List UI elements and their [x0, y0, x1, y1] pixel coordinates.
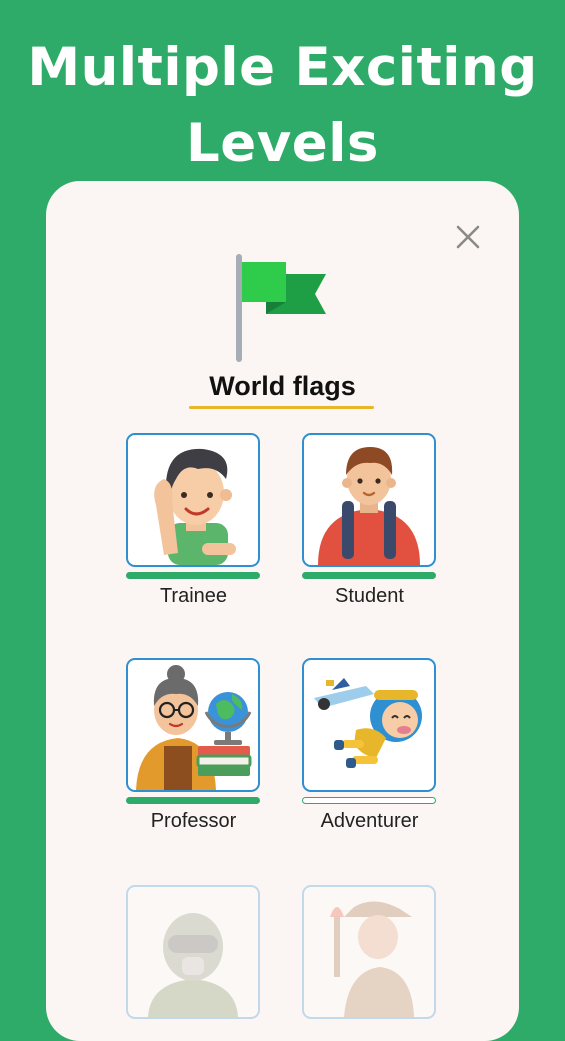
level-card-locked-2[interactable]	[302, 885, 437, 1023]
level-card-trainee[interactable]: Trainee	[126, 433, 261, 609]
level-card-student[interactable]: Student	[302, 433, 437, 609]
level-label: Professor	[150, 810, 237, 832]
level-image-frame	[302, 433, 436, 567]
green-flag-icon	[236, 254, 326, 362]
level-progress-bar	[126, 572, 260, 579]
student-avatar-icon	[318, 447, 420, 565]
hero-title: Multiple Exciting Levels	[0, 30, 565, 182]
level-image-frame	[126, 885, 260, 1019]
level-image-frame	[126, 433, 260, 567]
hero-title-line1: Multiple Exciting	[27, 37, 538, 98]
close-button[interactable]	[450, 219, 486, 255]
pilot-avatar-icon	[148, 913, 238, 1017]
level-progress-bar	[126, 797, 260, 804]
dialog-title: World flags	[209, 371, 356, 401]
level-label: Student	[335, 585, 404, 607]
level-card-adventurer[interactable]: Adventurer	[302, 658, 437, 834]
level-image-frame	[126, 658, 260, 792]
professor-avatar-icon	[136, 665, 252, 790]
explorer-avatar-icon	[330, 901, 414, 1017]
level-image-frame	[302, 658, 436, 792]
level-label: Trainee	[159, 585, 228, 607]
trainee-avatar-icon	[154, 448, 236, 565]
adventurer-avatar-icon	[314, 678, 422, 768]
level-progress-bar	[302, 797, 436, 804]
level-progress-bar	[302, 572, 436, 579]
level-dialog: World flags Trainee Student Professor Ad…	[46, 181, 519, 1041]
level-card-locked-1[interactable]	[126, 885, 261, 1023]
level-card-professor[interactable]: Professor	[126, 658, 261, 834]
level-image-frame	[302, 885, 436, 1019]
title-underline	[189, 406, 374, 409]
level-label: Adventurer	[320, 810, 419, 832]
hero-title-line2: Levels	[186, 113, 379, 174]
close-icon	[456, 225, 480, 249]
